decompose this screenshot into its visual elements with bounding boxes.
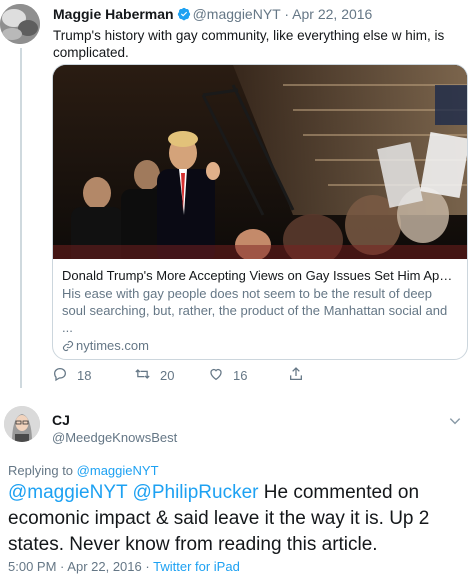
reply-author-handle[interactable]: @MeedgeKnowsBest: [52, 430, 177, 445]
reply-button[interactable]: 18: [52, 366, 91, 385]
link-preview-card[interactable]: Donald Trump's More Accepting Views on G…: [52, 64, 468, 360]
reply-author-avatar[interactable]: [4, 406, 40, 442]
thread-connector: [20, 48, 22, 388]
verified-badge-icon: [177, 7, 191, 25]
reply-tweet-text: @maggieNYT @PhilipRucker He commented on…: [8, 480, 463, 558]
author-name[interactable]: Maggie Haberman: [53, 6, 174, 22]
tweet-source[interactable]: Twitter for iPad: [153, 559, 240, 574]
card-domain[interactable]: nytimes.com: [76, 338, 149, 353]
author-avatar[interactable]: [0, 4, 40, 44]
card-title[interactable]: Donald Trump's More Accepting Views on G…: [62, 267, 457, 284]
author-handle[interactable]: @maggieNYT: [193, 6, 281, 22]
tweet-date[interactable]: Apr 22, 2016: [292, 6, 372, 22]
separator-dot: ·: [60, 559, 65, 574]
replying-to-label: Replying to: [8, 463, 74, 478]
share-button[interactable]: [288, 366, 313, 385]
parent-tweet[interactable]: Maggie Haberman @maggieNYT · Apr 22, 2016…: [53, 6, 463, 61]
reply-time[interactable]: 5:00 PM: [8, 559, 56, 574]
like-button[interactable]: 16: [208, 366, 247, 385]
separator-dot: ·: [284, 6, 290, 22]
like-icon: [208, 366, 233, 385]
reply-count: 18: [77, 368, 92, 383]
reply-meta: 5:00 PM · Apr 22, 2016 · Twitter for iPa…: [8, 559, 240, 574]
replying-to-handle[interactable]: @maggieNYT: [77, 463, 159, 478]
mention-link[interactable]: @PhilipRucker: [133, 482, 259, 503]
tweet-text: Trump's history with gay community, like…: [53, 28, 445, 60]
replying-to: Replying to @maggieNYT: [8, 463, 159, 478]
reply-icon: [52, 366, 77, 385]
retweet-count: 20: [160, 368, 175, 383]
separator-dot: ·: [145, 559, 150, 574]
retweet-button[interactable]: 20: [134, 366, 174, 385]
mention-link[interactable]: @maggieNYT: [8, 482, 127, 503]
share-icon: [288, 366, 313, 385]
like-count: 16: [233, 368, 248, 383]
card-image: [53, 65, 467, 259]
card-description: His ease with gay people does not seem t…: [62, 286, 448, 335]
chevron-down-icon[interactable]: [448, 414, 462, 433]
reply-author-name[interactable]: CJ: [52, 412, 70, 428]
link-icon: [62, 338, 76, 353]
tweet-actions: 18 20 16: [52, 366, 312, 386]
reply-date[interactable]: Apr 22, 2016: [67, 559, 141, 574]
retweet-icon: [134, 366, 160, 385]
